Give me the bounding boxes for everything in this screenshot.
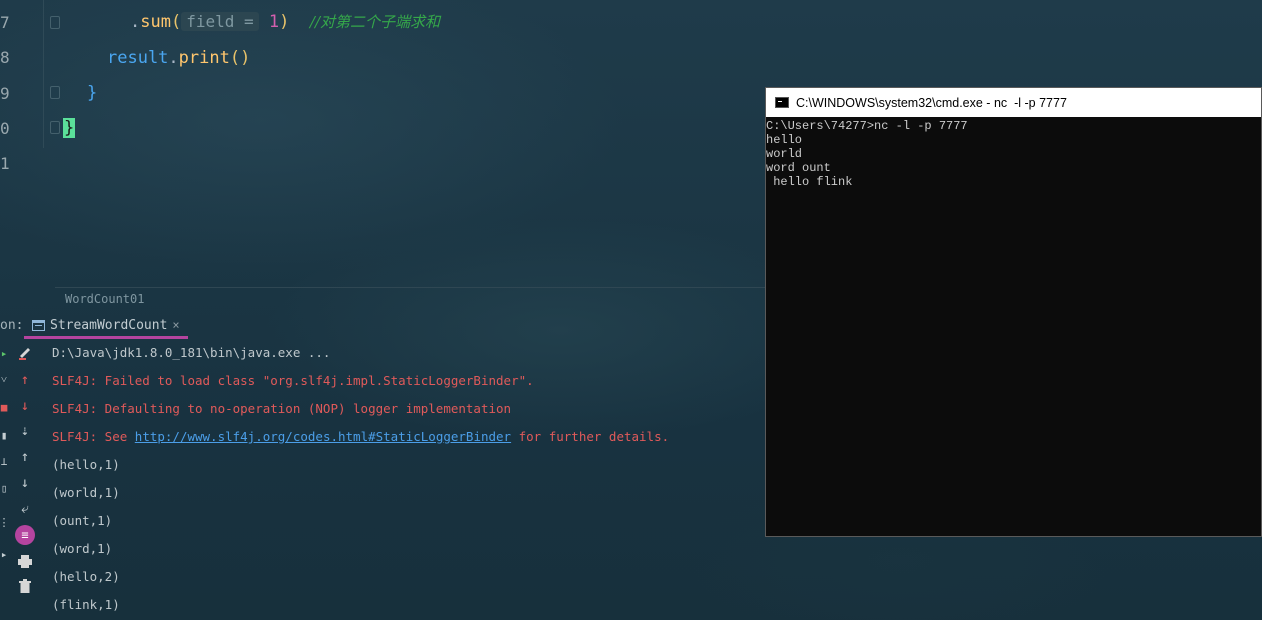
run-panel-header: on: StreamWordCount ×: [0, 314, 800, 339]
output-line: (word,1): [52, 541, 113, 556]
pause-icon[interactable]: ▮: [0, 427, 8, 443]
code-token: (: [170, 12, 182, 32]
output-line: (hello,2): [52, 569, 120, 584]
code-line-9[interactable]: }: [87, 82, 97, 104]
trash-icon[interactable]: [16, 577, 34, 595]
pin-tab-icon[interactable]: ▸: [0, 546, 8, 562]
code-line-8[interactable]: result.print(): [107, 47, 250, 69]
down-icon[interactable]: ↓: [16, 474, 34, 492]
fold-marker-icon[interactable]: [50, 86, 60, 99]
fold-marker-icon[interactable]: [50, 16, 60, 29]
scroll-to-end-icon[interactable]: ≡: [15, 525, 35, 545]
soft-wrap-icon[interactable]: ⤶: [16, 500, 34, 518]
code-token: }: [87, 83, 98, 103]
output-link[interactable]: http://www.slf4j.org/codes.html#StaticLo…: [135, 429, 511, 444]
code-line-10[interactable]: }: [63, 117, 76, 139]
chevron-down-icon[interactable]: ˅: [0, 371, 8, 387]
tab-label: StreamWordCount: [50, 317, 168, 333]
breadcrumb[interactable]: WordCount01: [65, 292, 144, 306]
output-line: (flink,1): [52, 597, 120, 612]
console-icon: [32, 316, 45, 335]
clear-edit-icon[interactable]: [16, 343, 34, 361]
line-number: 9: [0, 84, 10, 103]
cmd-window[interactable]: C:\WINDOWS\system32\cmd.exe - nc -l -p 7…: [765, 87, 1262, 537]
fold-marker-icon[interactable]: [50, 121, 60, 134]
run-panel-label: on:: [0, 318, 24, 333]
output-text: SLF4J: See: [52, 429, 135, 444]
code-token: result: [107, 48, 169, 68]
output-text: for further details.: [511, 429, 670, 444]
more-icon[interactable]: ⋮: [0, 514, 10, 530]
code-line-7[interactable]: .sum(field = 1) //对第二个子端求和: [130, 11, 440, 33]
cmd-line: world: [766, 147, 803, 161]
sort-icon[interactable]: ⇣: [16, 422, 34, 440]
cmd-title-bar[interactable]: C:\WINDOWS\system32\cmd.exe - nc -l -p 7…: [766, 88, 1261, 117]
code-token: 1: [268, 12, 280, 32]
code-comment: //对第二个子端求和: [309, 13, 440, 31]
line-number: 0: [0, 119, 10, 138]
output-line: (world,1): [52, 485, 120, 500]
rerun-icon[interactable]: ▸: [0, 345, 8, 361]
code-token: (): [229, 48, 251, 68]
close-icon[interactable]: ×: [172, 318, 179, 332]
pin-icon[interactable]: ⊥: [0, 453, 8, 469]
output-line: (ount,1): [52, 513, 113, 528]
line-number: 1: [0, 154, 10, 173]
code-token: .: [130, 12, 141, 32]
code-token: ): [279, 12, 290, 32]
arrow-up-icon[interactable]: ↑: [16, 371, 34, 389]
output-line: SLF4J: Failed to load class "org.slf4j.i…: [52, 373, 534, 388]
line-number: 8: [0, 48, 10, 67]
cmd-line: word ount: [766, 161, 831, 175]
code-token: .: [168, 48, 179, 68]
up-icon[interactable]: ↑: [16, 448, 34, 466]
output-line: D:\Java\jdk1.8.0_181\bin\java.exe ...: [52, 345, 331, 360]
terminal-icon: [775, 97, 789, 108]
parameter-hint: field =: [181, 12, 259, 31]
cmd-line: hello: [766, 133, 803, 147]
gutter-divider: [43, 0, 44, 148]
cmd-line: C:\Users\74277>nc -l -p 7777: [766, 119, 968, 133]
arrow-down-icon[interactable]: ↓: [16, 397, 34, 415]
code-token: print: [178, 48, 230, 68]
layout-icon[interactable]: ▯: [0, 480, 8, 496]
code-token: sum: [140, 12, 171, 32]
cmd-title: C:\WINDOWS\system32\cmd.exe - nc -l -p 7…: [796, 95, 1067, 110]
output-line: SLF4J: Defaulting to no-operation (NOP) …: [52, 401, 512, 416]
output-line: (hello,1): [52, 457, 120, 472]
cmd-console[interactable]: C:\Users\74277>nc -l -p 7777 hello world…: [766, 117, 1261, 189]
output-line: SLF4J: See http://www.slf4j.org/codes.ht…: [52, 429, 669, 445]
cmd-line: hello flink: [766, 175, 853, 189]
stop-icon[interactable]: ■: [0, 399, 8, 415]
matched-brace: }: [63, 118, 76, 138]
tab-stream-word-count[interactable]: StreamWordCount ×: [24, 314, 188, 339]
print-icon[interactable]: [16, 552, 34, 570]
line-number: 7: [0, 13, 10, 32]
